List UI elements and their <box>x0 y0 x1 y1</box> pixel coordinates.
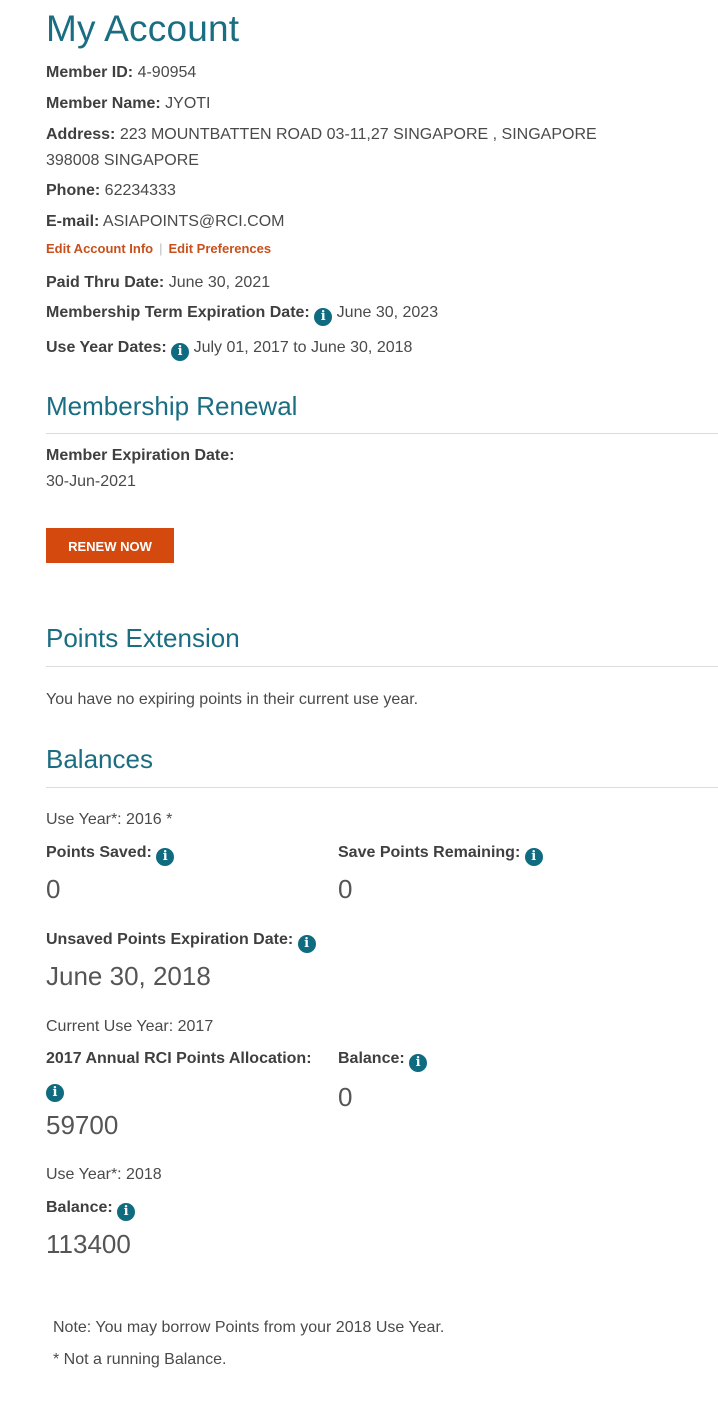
address-line1: 223 MOUNTBATTEN ROAD 03-11,27 SINGAPORE … <box>119 126 597 143</box>
points-extension-heading: Points Extension <box>46 623 240 653</box>
balance-2018-label-row: Balance: i <box>46 1199 136 1221</box>
save-remaining-value: 0 <box>338 874 353 904</box>
borrow-note: Note: You may borrow Points from your 20… <box>53 1319 445 1336</box>
member-name-value: JYOTI <box>165 95 211 112</box>
edit-account-info-link[interactable]: Edit Account Info <box>46 241 153 256</box>
use-year-2018: Use Year*: 2018 <box>46 1166 162 1183</box>
info-icon[interactable]: i <box>156 848 175 866</box>
allocation-value: 59700 <box>46 1110 119 1140</box>
phone-label: Phone: <box>46 182 101 199</box>
info-icon[interactable]: i <box>46 1084 64 1102</box>
term-expiration-row: Membership Term Expiration Date: i June … <box>46 304 438 326</box>
phone-row: Phone: 62234333 <box>46 182 176 200</box>
allocation-info: i <box>46 1080 64 1102</box>
points-extension-message: You have no expiring points in their cur… <box>46 691 419 708</box>
use-year-dates-value: July 01, 2017 to June 30, 2018 <box>193 339 413 356</box>
paid-thru-label: Paid Thru Date: <box>46 274 165 291</box>
member-id-value: 4-90954 <box>137 64 197 81</box>
balance-2018-label: Balance: <box>46 1199 113 1216</box>
use-year-dates-label: Use Year Dates: <box>46 339 167 356</box>
member-id-label: Member ID: <box>46 64 134 81</box>
term-expiration-value: June 30, 2023 <box>336 304 439 321</box>
page-title: My Account <box>46 8 240 49</box>
unsaved-exp-label-row: Unsaved Points Expiration Date: i <box>46 931 316 953</box>
member-expiration-label: Member Expiration Date: <box>46 447 235 464</box>
edit-preferences-link[interactable]: Edit Preferences <box>169 241 272 256</box>
paid-thru-row: Paid Thru Date: June 30, 2021 <box>46 274 270 292</box>
current-use-year: Current Use Year: 2017 <box>46 1018 214 1035</box>
balances-heading: Balances <box>46 744 153 774</box>
balance-label: Balance: <box>338 1050 405 1067</box>
use-year-2016: Use Year*: 2016 * <box>46 811 173 828</box>
use-year-dates-row: Use Year Dates: i July 01, 2017 to June … <box>46 339 412 361</box>
unsaved-exp-value: June 30, 2018 <box>46 961 211 991</box>
email-value: ASIAPOINTS@RCI.COM <box>102 213 285 230</box>
member-name-row: Member Name: JYOTI <box>46 95 211 113</box>
divider <box>46 787 718 788</box>
member-id-row: Member ID: 4-90954 <box>46 64 196 82</box>
membership-renewal-heading: Membership Renewal <box>46 391 298 421</box>
points-saved-value: 0 <box>46 874 61 904</box>
footnote: * Not a running Balance. <box>53 1351 227 1368</box>
paid-thru-value: June 30, 2021 <box>168 274 271 291</box>
member-expiration-value: 30-Jun-2021 <box>46 473 136 490</box>
balance-2017-value: 0 <box>338 1082 353 1112</box>
unsaved-exp-label: Unsaved Points Expiration Date: <box>46 931 294 948</box>
divider <box>46 666 718 667</box>
info-icon[interactable]: i <box>117 1203 136 1221</box>
points-saved-label-row: Points Saved: i <box>46 844 175 866</box>
save-remaining-label: Save Points Remaining: <box>338 844 521 861</box>
info-icon[interactable]: i <box>297 935 316 953</box>
renew-now-button[interactable]: RENEW NOW <box>46 528 174 563</box>
info-icon[interactable]: i <box>314 308 333 326</box>
member-name-label: Member Name: <box>46 95 161 112</box>
address-row: Address: 223 MOUNTBATTEN ROAD 03-11,27 S… <box>46 126 597 144</box>
phone-value: 62234333 <box>104 182 176 199</box>
email-row: E-mail: ASIAPOINTS@RCI.COM <box>46 213 285 231</box>
email-label: E-mail: <box>46 213 100 230</box>
link-separator: | <box>159 241 163 256</box>
address-line2: 398008 SINGAPORE <box>46 152 199 169</box>
save-remaining-label-row: Save Points Remaining: i <box>338 844 543 866</box>
address-label: Address: <box>46 126 116 143</box>
info-icon[interactable]: i <box>524 848 543 866</box>
points-saved-label: Points Saved: <box>46 844 152 861</box>
divider <box>46 433 718 434</box>
balance-2018-value: 113400 <box>46 1229 131 1259</box>
info-icon[interactable]: i <box>171 343 190 361</box>
info-icon[interactable]: i <box>409 1054 428 1072</box>
allocation-label: 2017 Annual RCI Points Allocation: <box>46 1050 312 1067</box>
balance-2017-label-row: Balance: i <box>338 1050 428 1072</box>
account-links: Edit Account Info | Edit Preferences <box>46 241 271 256</box>
term-expiration-label: Membership Term Expiration Date: <box>46 304 310 321</box>
